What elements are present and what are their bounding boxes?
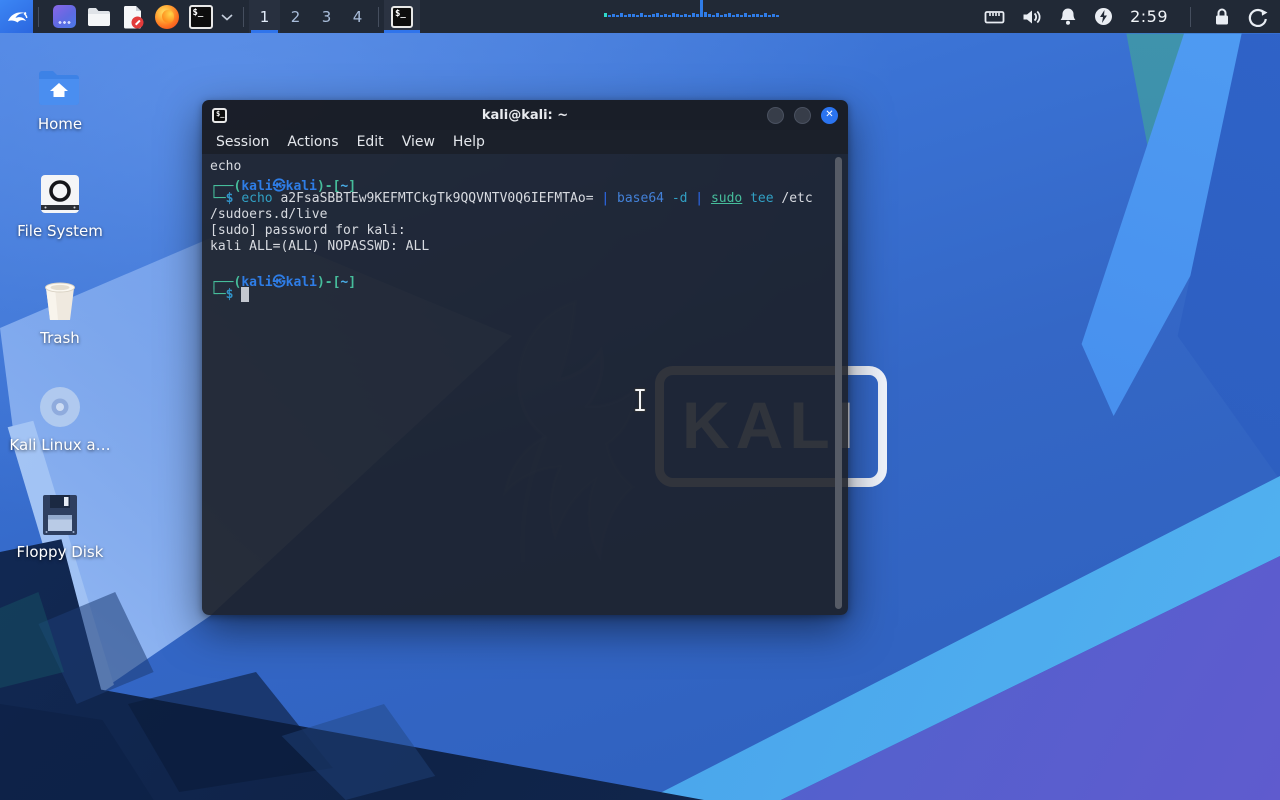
terminal-icon: $_: [391, 6, 413, 28]
terminal-titlebar[interactable]: $_ kali@kali: ~ ✕: [202, 100, 848, 130]
system-monitor-graph[interactable]: [604, 0, 834, 17]
window-controls: ✕: [767, 107, 838, 124]
minimize-button[interactable]: [767, 107, 784, 124]
folder-icon: [87, 7, 111, 27]
logout-button[interactable]: [1248, 7, 1268, 27]
drive-icon: [38, 173, 82, 215]
window-title: kali@kali: ~: [202, 108, 848, 123]
workspace-4[interactable]: 4: [342, 0, 373, 33]
maximize-button[interactable]: [794, 107, 811, 124]
workspace-label: 4: [353, 8, 363, 26]
logout-icon: [1248, 7, 1268, 27]
menu-help[interactable]: Help: [445, 132, 493, 152]
panel-separator: [243, 7, 244, 27]
applications-menu-button[interactable]: [0, 0, 33, 33]
speaker-icon: [1022, 8, 1042, 26]
power-icon: [1094, 7, 1113, 26]
desktop-icon-label: Trash: [40, 329, 80, 347]
launcher-firefox-button[interactable]: [154, 4, 179, 29]
appfinder-icon: [53, 5, 76, 28]
workspace-label: 3: [322, 8, 332, 26]
taskbar-terminal-window-button[interactable]: $_: [384, 0, 420, 33]
menu-view[interactable]: View: [394, 132, 443, 152]
chevron-down-icon[interactable]: [220, 13, 234, 21]
desktop-icon-home[interactable]: Home: [12, 54, 108, 133]
power-manager-button[interactable]: [1094, 7, 1113, 26]
launcher-text-editor-button[interactable]: [120, 4, 145, 29]
menu-session[interactable]: Session: [208, 132, 277, 152]
text-editor-icon: [122, 5, 144, 29]
panel-separator: [1190, 7, 1191, 27]
workspace-label: 2: [291, 8, 301, 26]
clock[interactable]: 2:59: [1130, 7, 1168, 26]
desktop-icon-file-system[interactable]: File System: [12, 161, 108, 240]
desktop-icon-label: Home: [38, 115, 82, 133]
kali-logo-icon: [5, 5, 29, 29]
terminal-icon: $_: [189, 5, 213, 29]
terminal-scrollbar[interactable]: [835, 157, 842, 609]
workspace-label: 1: [260, 8, 270, 26]
menu-actions[interactable]: Actions: [279, 132, 346, 152]
ibeam-mouse-cursor: [631, 387, 649, 413]
firefox-icon: [155, 5, 179, 29]
panel-separator: [38, 7, 39, 27]
volume-button[interactable]: [1022, 8, 1042, 26]
desktop-icon-floppy-disk[interactable]: Floppy Disk: [12, 482, 108, 561]
desktop-icon-label: Floppy Disk: [17, 543, 104, 561]
panel-separator: [378, 7, 379, 27]
close-button[interactable]: ✕: [821, 107, 838, 124]
desktop-icon-label: Kali Linux a…: [9, 436, 110, 454]
workspace-3[interactable]: 3: [311, 0, 342, 33]
quick-launcher: $_: [44, 4, 238, 29]
terminal-window: $_ kali@kali: ~ ✕ Session Actions Edit V…: [202, 100, 848, 615]
menu-edit[interactable]: Edit: [349, 132, 392, 152]
desktop-icon-label: File System: [17, 222, 103, 240]
workspace-1[interactable]: 1: [249, 0, 280, 33]
launcher-terminal-button[interactable]: $_: [188, 4, 213, 29]
terminal-window-icon: $_: [212, 108, 227, 123]
trash-icon: [39, 280, 81, 322]
lock-screen-button[interactable]: [1213, 7, 1231, 26]
launcher-file-manager-button[interactable]: [86, 4, 111, 29]
desktop-icon-trash[interactable]: Trash: [12, 268, 108, 347]
network-status-button[interactable]: [984, 8, 1005, 26]
terminal-lines: echo┌──(kali㉿kali)-[~]└─$ echo a2FsaSBBT…: [210, 159, 828, 303]
home-folder-icon: [37, 68, 83, 108]
notifications-button[interactable]: [1059, 7, 1077, 26]
lock-icon: [1213, 7, 1231, 26]
top-panel: $_ 1 2 3 4 $_: [0, 0, 1280, 33]
workspace-2[interactable]: 2: [280, 0, 311, 33]
floppy-icon: [40, 494, 80, 536]
system-tray: 2:59: [984, 7, 1280, 27]
workspace-pager: 1 2 3 4: [249, 0, 373, 33]
terminal-content[interactable]: echo┌──(kali㉿kali)-[~]└─$ echo a2FsaSBBT…: [202, 154, 848, 615]
desktop-icon-kali-cd[interactable]: Kali Linux a…: [12, 375, 108, 454]
network-icon: [984, 8, 1005, 26]
terminal-menubar: Session Actions Edit View Help: [202, 130, 848, 154]
launcher-appfinder-button[interactable]: [52, 4, 77, 29]
bell-icon: [1059, 7, 1077, 26]
cdrom-icon: [38, 385, 82, 429]
